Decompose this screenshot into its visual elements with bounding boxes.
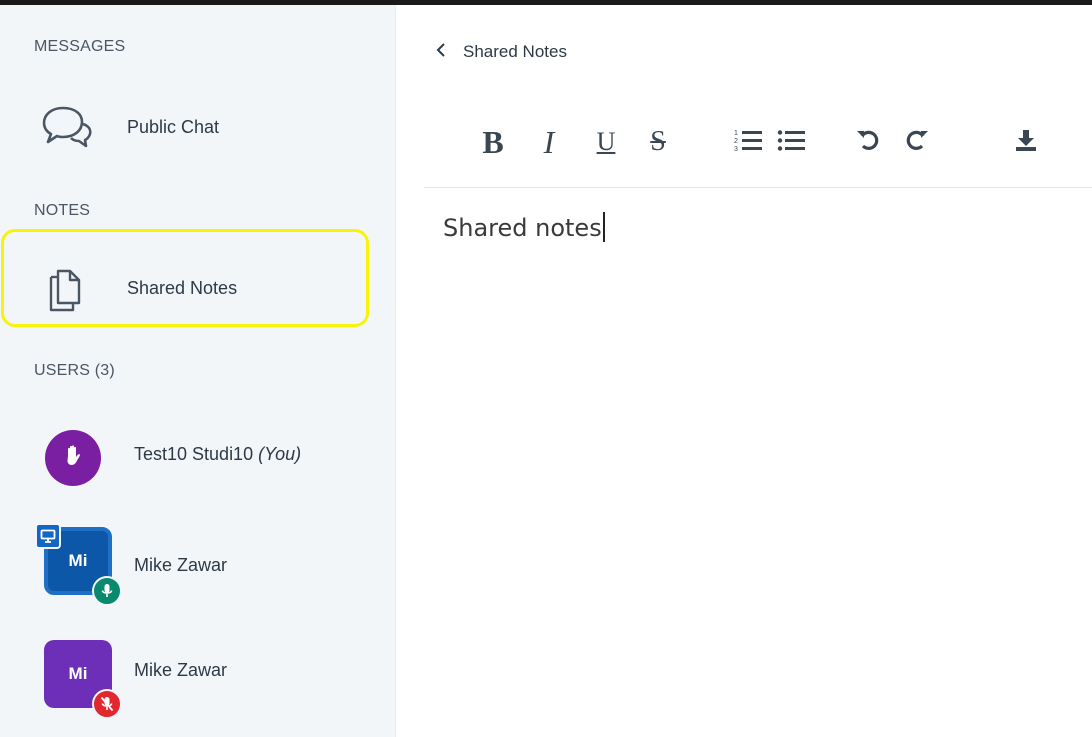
- notes-editor[interactable]: Shared notes: [443, 212, 605, 242]
- text-cursor: [602, 212, 605, 242]
- svg-text:3: 3: [734, 146, 738, 153]
- chevron-left-icon: [435, 42, 447, 63]
- you-tag: (You): [258, 444, 302, 464]
- underline-button[interactable]: U: [591, 120, 621, 164]
- user-name: Mike Zawar: [134, 555, 228, 575]
- microphone-icon: [92, 576, 122, 606]
- svg-text:2: 2: [734, 138, 738, 145]
- unordered-list-button[interactable]: [775, 120, 809, 164]
- undo-icon: [855, 127, 881, 158]
- notes-section-title: NOTES: [34, 202, 91, 219]
- italic-button[interactable]: I: [536, 120, 562, 164]
- user-name: Mike Zawar: [134, 660, 228, 680]
- sidebar-item-public-chat[interactable]: Public Chat: [0, 95, 370, 159]
- bold-button[interactable]: B: [476, 120, 510, 164]
- ordered-list-button[interactable]: 1 2 3: [732, 120, 766, 164]
- notes-content: Shared notes: [443, 214, 602, 242]
- user-list-item[interactable]: Mi Mike Zawar: [0, 632, 390, 719]
- undo-button[interactable]: [851, 120, 885, 164]
- user-list-item[interactable]: Test10 Studi10 (You): [0, 422, 390, 496]
- messages-section-title: MESSAGES: [34, 38, 126, 55]
- user-list-item[interactable]: Mi Mike Zawar: [0, 523, 390, 606]
- back-button[interactable]: Shared Notes: [435, 40, 567, 64]
- redo-button[interactable]: [900, 120, 934, 164]
- user-name-text: Test10 Studi10: [134, 444, 254, 464]
- user-name: Test10 Studi10 (You): [134, 444, 301, 465]
- redo-icon: [904, 127, 930, 158]
- download-button[interactable]: [1009, 120, 1043, 164]
- chat-bubbles-icon: [40, 102, 96, 152]
- avatar: [45, 430, 101, 486]
- shared-notes-highlight: [1, 229, 369, 327]
- microphone-muted-icon: [92, 689, 122, 719]
- svg-text:1: 1: [734, 130, 738, 137]
- presenter-screen-icon: [35, 523, 61, 549]
- strikethrough-button[interactable]: S: [643, 120, 673, 164]
- editor-toolbar: B I U S 1 2 3: [424, 120, 1092, 188]
- raised-hand-icon: [60, 443, 86, 474]
- panel-title: Shared Notes: [463, 42, 567, 61]
- unordered-list-icon: [777, 127, 807, 158]
- sidebar: MESSAGES Public Chat NOTES Shared Notes …: [0, 5, 396, 737]
- download-icon: [1013, 127, 1039, 158]
- ordered-list-icon: 1 2 3: [734, 127, 764, 158]
- users-section-title: USERS (3): [34, 362, 115, 379]
- public-chat-label: Public Chat: [127, 116, 220, 137]
